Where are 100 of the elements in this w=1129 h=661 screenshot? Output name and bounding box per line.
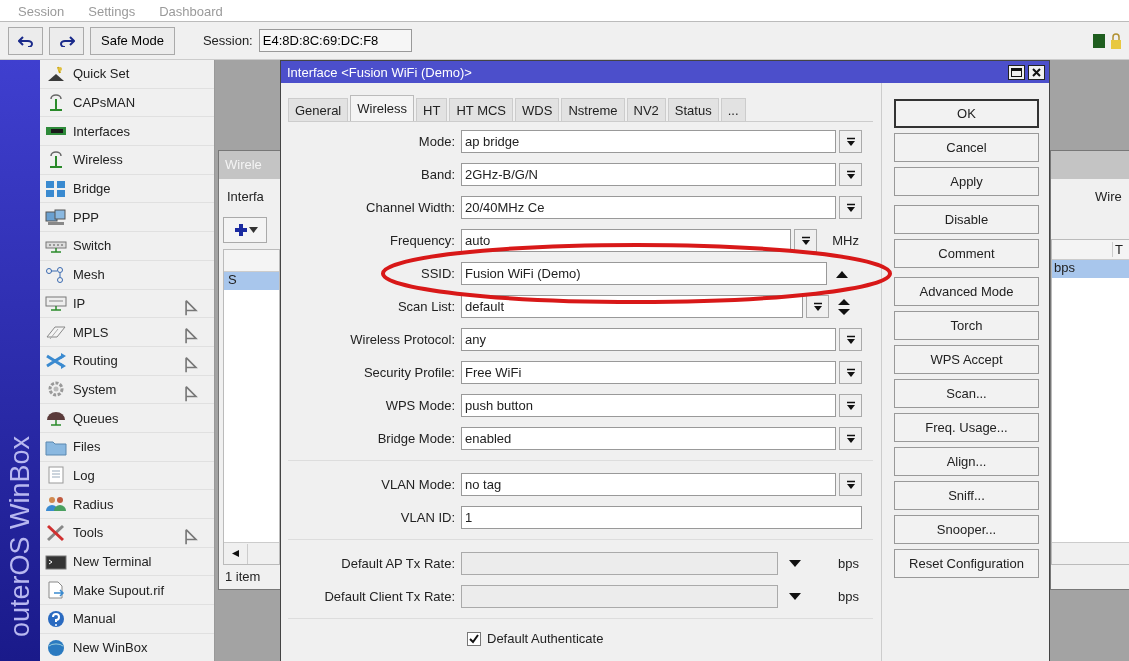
sidebar-item[interactable]: Queues xyxy=(40,404,214,433)
session-field[interactable]: E4:8D:8C:69:DC:F8 xyxy=(258,29,412,52)
dialog-button[interactable]: Align... xyxy=(894,447,1039,476)
dialog-button[interactable]: Freq. Usage... xyxy=(894,413,1039,442)
dialog-button[interactable]: OK xyxy=(894,99,1039,128)
dropdown-arrow-icon xyxy=(845,334,856,345)
unit-label: bps xyxy=(837,556,860,571)
field-label: VLAN Mode: xyxy=(380,477,456,492)
maximize-button[interactable] xyxy=(1008,64,1025,80)
tab[interactable]: NV2 xyxy=(626,98,666,121)
sidebar-item[interactable]: New Terminal xyxy=(40,547,214,577)
crossed-arrows-icon xyxy=(45,351,67,370)
up-down-arrows-icon xyxy=(837,298,850,315)
caret-icon[interactable] xyxy=(789,560,801,567)
dialog-button[interactable]: Disable xyxy=(894,205,1039,234)
tab[interactable]: General xyxy=(288,98,349,121)
text-field[interactable]: Fusion WiFi (Demo) xyxy=(461,262,827,285)
dropdown-field[interactable]: push button xyxy=(461,394,836,417)
dialog-button[interactable]: Scan... xyxy=(894,379,1039,408)
sidebar-item[interactable]: Tools xyxy=(40,519,214,548)
redo-button[interactable] xyxy=(49,26,84,55)
tab[interactable]: Status xyxy=(667,98,719,121)
dialog-button[interactable]: Snooper... xyxy=(894,515,1039,544)
brand-text: outerOS WinBox xyxy=(4,435,36,637)
field-label: WPS Mode: xyxy=(384,398,456,413)
caret-icon[interactable] xyxy=(789,593,801,600)
tab[interactable]: HT MCS xyxy=(449,98,514,121)
field-label: Wireless Protocol: xyxy=(349,332,456,347)
checkbox[interactable] xyxy=(467,631,481,646)
sidebar-item[interactable]: System xyxy=(40,375,214,405)
sidebar-item[interactable]: Routing xyxy=(40,346,214,376)
safe-mode-button[interactable]: Safe Mode xyxy=(90,26,175,55)
unit-label: bps xyxy=(837,589,860,604)
undo-button[interactable] xyxy=(8,26,43,55)
sidebar-item[interactable]: Switch xyxy=(40,232,214,261)
help-icon xyxy=(45,609,67,628)
sidebar-item[interactable]: Bridge xyxy=(40,174,214,204)
window-tab[interactable]: Wire xyxy=(1051,179,1129,209)
field-label: Channel Width: xyxy=(365,200,456,215)
sidebar-item[interactable]: Mesh xyxy=(40,260,214,290)
dropdown-button[interactable] xyxy=(806,295,829,318)
dialog-button[interactable]: Comment xyxy=(894,239,1039,268)
dialog-button[interactable]: Advanced Mode xyxy=(894,277,1039,306)
dropdown-arrow-icon xyxy=(845,136,856,147)
dropdown-button[interactable] xyxy=(839,361,862,384)
dialog-button[interactable]: Sniff... xyxy=(894,481,1039,510)
sidebar-item[interactable]: Make Supout.rif xyxy=(40,576,214,606)
text-field[interactable]: 1 xyxy=(461,506,862,529)
tab[interactable]: Nstreme xyxy=(561,98,625,121)
dialog-button[interactable]: Apply xyxy=(894,167,1039,196)
dialog-button[interactable]: Cancel xyxy=(894,133,1039,162)
dropdown-button[interactable] xyxy=(839,473,862,496)
tab[interactable]: WDS xyxy=(515,98,560,121)
dropdown-arrow-icon xyxy=(845,479,856,490)
sidebar-item[interactable]: Files xyxy=(40,432,214,462)
dialog-button[interactable]: Torch xyxy=(894,311,1039,340)
sidebar-item[interactable]: MPLS xyxy=(40,318,214,347)
sidebar-item[interactable]: Interfaces xyxy=(40,117,214,147)
add-button[interactable] xyxy=(223,217,267,243)
dropdown-field[interactable]: any xyxy=(461,328,836,351)
sidebar-item[interactable]: Manual xyxy=(40,605,214,634)
sidebar-item[interactable]: Wireless xyxy=(40,146,214,175)
dropdown-field[interactable]: no tag xyxy=(461,473,836,496)
dropdown-button[interactable] xyxy=(839,328,862,351)
field-label: Bridge Mode: xyxy=(376,431,456,446)
dialog-button[interactable]: WPS Accept xyxy=(894,345,1039,374)
dropdown-arrow-icon xyxy=(845,169,856,180)
sidebar-item[interactable]: PPP xyxy=(40,203,214,233)
dropdown-field[interactable]: 20/40MHz Ce xyxy=(461,196,836,219)
sidebar-item[interactable]: Radius xyxy=(40,490,214,519)
tab[interactable]: HT xyxy=(416,98,448,121)
terminal-icon xyxy=(45,552,67,571)
dropdown-button[interactable] xyxy=(839,130,862,153)
dropdown-field[interactable]: 2GHz-B/G/N xyxy=(461,163,836,186)
dropdown-button[interactable] xyxy=(839,427,862,450)
tab[interactable]: Wireless xyxy=(350,95,415,121)
people-icon xyxy=(45,495,67,514)
dropdown-arrow-icon xyxy=(800,235,811,246)
dropdown-field[interactable]: Free WiFi xyxy=(461,361,836,384)
window-tab[interactable]: Interfa xyxy=(219,179,280,213)
column-header[interactable]: T xyxy=(1112,242,1123,257)
table-cell[interactable]: S xyxy=(224,272,279,290)
table-cell[interactable]: bps xyxy=(1052,260,1129,278)
checkbox-label: Default Authenticate xyxy=(487,631,604,646)
dropdown-button[interactable] xyxy=(839,394,862,417)
sidebar-item[interactable]: CAPsMAN xyxy=(40,88,214,118)
close-button[interactable] xyxy=(1028,64,1045,80)
sidebar-item[interactable]: Log xyxy=(40,461,214,491)
sidebar-item[interactable]: IP xyxy=(40,289,214,319)
sidebar-item[interactable]: New WinBox xyxy=(40,633,214,661)
status-text: 1 item xyxy=(224,568,262,586)
dropdown-button[interactable] xyxy=(839,196,862,219)
dropdown-button[interactable] xyxy=(839,163,862,186)
dropdown-field[interactable]: enabled xyxy=(461,427,836,450)
dialog-button[interactable]: Reset Configuration xyxy=(894,549,1039,578)
tab[interactable]: ... xyxy=(720,98,746,121)
sidebar-item[interactable]: Quick Set xyxy=(40,60,214,89)
left-arrow-icon xyxy=(232,550,239,557)
address-plate-icon xyxy=(45,294,67,313)
dropdown-field[interactable]: ap bridge xyxy=(461,130,836,153)
